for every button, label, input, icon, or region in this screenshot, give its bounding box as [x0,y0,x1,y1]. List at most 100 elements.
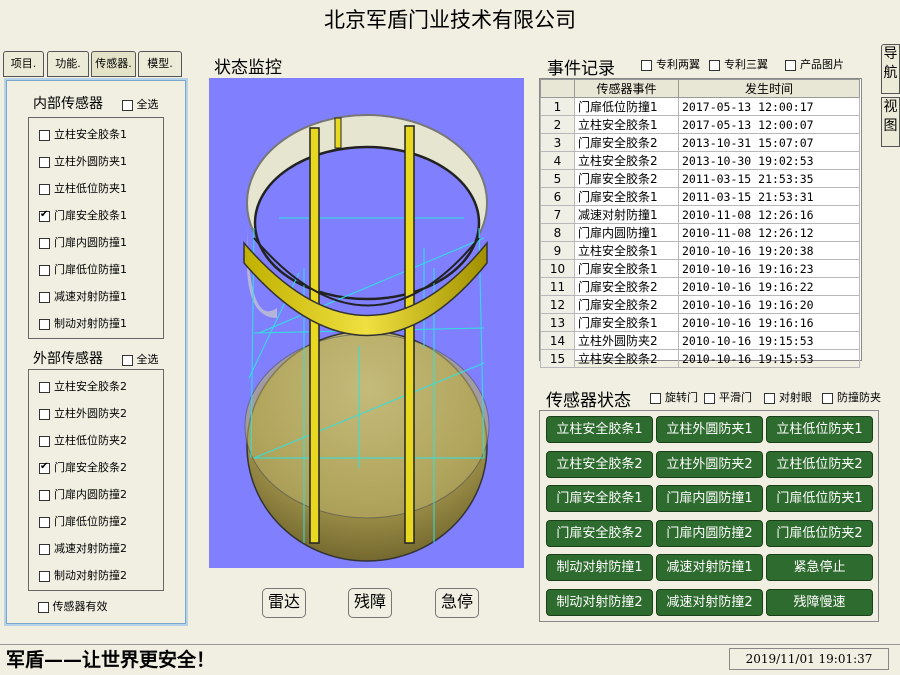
nav-tab-view[interactable]: 视图 [881,97,900,147]
outer-sensor-item[interactable]: 门扉低位防撞2 [39,513,127,529]
sensor-status-button[interactable]: 紧急停止 [766,554,873,581]
outer-sensor-item[interactable]: 门扉安全胶条2 [39,459,127,475]
sensor-status-button[interactable]: 门扉安全胶条1 [546,485,653,512]
table-row[interactable]: 2 立柱安全胶条1 2017-05-13 12:00:07 [540,115,860,134]
inner-select-all-checkbox[interactable] [122,99,133,111]
sensor-status-button[interactable]: 门扉安全胶条2 [546,519,653,547]
inner-sensor-item[interactable]: 减速对射防撞1 [39,288,127,304]
table-row[interactable]: 4 立柱安全胶条2 2013-10-30 19:02:53 [540,151,860,170]
option-patent-three-wing[interactable]: 专利三翼 [709,56,768,72]
sensor-checkbox[interactable] [39,209,50,222]
table-row[interactable]: 10 门扉安全胶条1 2010-10-16 19:16:23 [540,259,860,278]
sensor-checkbox[interactable] [39,318,50,330]
sensor-label: 立柱低位防夹2 [54,434,127,447]
table-row[interactable]: 13 门扉安全胶条1 2010-10-16 19:16:16 [540,313,860,332]
table-row[interactable]: 3 门扉安全胶条2 2013-10-31 15:07:07 [540,133,860,152]
table-row[interactable]: 6 门扉安全胶条1 2011-03-15 21:53:31 [540,187,860,206]
event-table[interactable]: 传感器事件 发生时间 1 门扉低位防撞1 2017-05-13 12:00:17 2 立… [539,78,862,368]
sensor-status-button[interactable]: 立柱安全胶条2 [546,450,653,478]
table-row[interactable]: 15 立柱安全胶条2 2010-10-16 19:15:53 [540,349,860,368]
nav-tab-navigation[interactable]: 导航 [881,44,900,94]
inner-sensor-item[interactable]: 门扉安全胶条1 [39,207,127,223]
sensor-checkbox[interactable] [39,237,50,249]
option-sliding-door-checkbox[interactable] [704,392,715,404]
option-product-image[interactable]: 产品图片 [785,56,844,72]
sensor-checkbox[interactable] [39,183,50,195]
outer-sensor-item[interactable]: 制动对射防撞2 [39,567,127,583]
tab-project[interactable]: 项目. [3,51,44,77]
sensor-status-button[interactable]: 门扉低位防夹1 [766,485,873,512]
sensor-checkbox[interactable] [39,543,50,555]
column-header-event[interactable]: 传感器事件 [574,79,679,98]
option-revolving-door[interactable]: 旋转门 [650,389,698,405]
sensor-valid[interactable]: 传感器有效 [38,598,108,614]
sensor-checkbox[interactable] [39,489,50,501]
outer-sensor-item[interactable]: 立柱安全胶条2 [39,378,127,394]
sensor-checkbox[interactable] [39,570,50,582]
sensor-status-button[interactable]: 立柱安全胶条1 [546,416,653,443]
outer-sensor-item[interactable]: 立柱外圆防夹2 [39,405,127,421]
sensor-status-button[interactable]: 门扉低位防夹2 [766,519,873,547]
option-anti-collision[interactable]: 防撞防夹 [822,389,900,405]
option-patent-two-wing-checkbox[interactable] [641,59,652,71]
option-sliding-door[interactable]: 平滑门 [704,389,752,405]
tab-model[interactable]: 模型. [138,51,182,77]
sensor-checkbox[interactable] [39,516,50,528]
sensor-checkbox[interactable] [39,381,50,393]
sensor-status-button[interactable]: 立柱外圆防夹1 [656,416,763,443]
inner-sensor-group: 立柱安全胶条1 立柱外圆防夹1 立柱低位防夹1 门扉安全胶条1 门扉内圆防撞1 门扉低位防… [28,117,164,339]
table-row[interactable]: 11 门扉安全胶条2 2010-10-16 19:16:22 [540,277,860,296]
inner-sensor-item[interactable]: 门扉内圆防撞1 [39,234,127,250]
sensor-status-button[interactable]: 制动对射防撞2 [546,588,653,616]
option-beam-sensor[interactable]: 对射眼 [764,389,812,405]
tab-function[interactable]: 功能. [47,51,89,77]
sensor-status-button[interactable]: 立柱低位防夹1 [766,416,873,443]
tab-sensor[interactable]: 传感器. [91,51,136,77]
sensor-status-button[interactable]: 减速对射防撞1 [656,554,763,581]
sensor-checkbox[interactable] [39,408,50,420]
sensor-checkbox[interactable] [39,264,50,276]
table-row[interactable]: 9 立柱安全胶条1 2010-10-16 19:20:38 [540,241,860,260]
inner-sensor-item[interactable]: 门扉低位防撞1 [39,261,127,277]
outer-sensor-item[interactable]: 减速对射防撞2 [39,540,127,556]
table-row[interactable]: 14 立柱外圆防夹2 2010-10-16 19:15:53 [540,331,860,350]
sensor-status-button[interactable]: 立柱低位防夹2 [766,450,873,478]
outer-sensor-item[interactable]: 立柱低位防夹2 [39,432,127,448]
table-row[interactable]: 5 门扉安全胶条2 2011-03-15 21:53:35 [540,169,860,188]
table-row[interactable]: 7 减速对射防撞1 2010-11-08 12:26:16 [540,205,860,224]
fault-button[interactable]: 残障 [348,588,392,618]
inner-sensor-item[interactable]: 制动对射防撞1 [39,315,127,331]
option-beam-sensor-checkbox[interactable] [764,392,775,404]
option-product-image-checkbox[interactable] [785,59,796,71]
inner-select-all[interactable]: 全选 [122,96,159,112]
option-patent-three-wing-checkbox[interactable] [709,59,720,71]
table-row[interactable]: 8 门扉内圆防撞1 2010-11-08 12:26:12 [540,223,860,242]
outer-sensor-item[interactable]: 门扉内圆防撞2 [39,486,127,502]
sensor-checkbox[interactable] [39,129,50,141]
sensor-status-button[interactable]: 立柱外圆防夹2 [656,450,763,478]
table-row[interactable]: 1 门扉低位防撞1 2017-05-13 12:00:17 [540,97,860,116]
sensor-valid-checkbox[interactable] [38,601,49,613]
table-row[interactable]: 12 门扉安全胶条2 2010-10-16 19:16:20 [540,295,860,314]
option-revolving-door-checkbox[interactable] [650,392,661,404]
inner-sensor-item[interactable]: 立柱安全胶条1 [39,126,127,142]
outer-select-all-checkbox[interactable] [122,354,133,366]
outer-select-all[interactable]: 全选 [122,351,159,367]
emergency-stop-button[interactable]: 急停 [435,588,479,618]
sensor-checkbox[interactable] [39,461,50,474]
option-anti-collision-checkbox[interactable] [822,392,833,404]
row-index: 15 [540,349,575,368]
inner-sensor-item[interactable]: 立柱低位防夹1 [39,180,127,196]
sensor-status-button[interactable]: 减速对射防撞2 [656,588,763,616]
sensor-status-button[interactable]: 残障慢速 [766,588,873,616]
sensor-status-button[interactable]: 门扉内圆防撞2 [656,519,763,547]
sensor-status-button[interactable]: 门扉内圆防撞1 [656,485,763,512]
radar-button[interactable]: 雷达 [262,588,306,618]
sensor-checkbox[interactable] [39,156,50,168]
sensor-checkbox[interactable] [39,291,50,303]
option-patent-two-wing[interactable]: 专利两翼 [641,56,700,72]
column-header-time[interactable]: 发生时间 [678,79,860,98]
inner-sensor-item[interactable]: 立柱外圆防夹1 [39,153,127,169]
sensor-checkbox[interactable] [39,435,50,447]
sensor-status-button[interactable]: 制动对射防撞1 [546,554,653,581]
